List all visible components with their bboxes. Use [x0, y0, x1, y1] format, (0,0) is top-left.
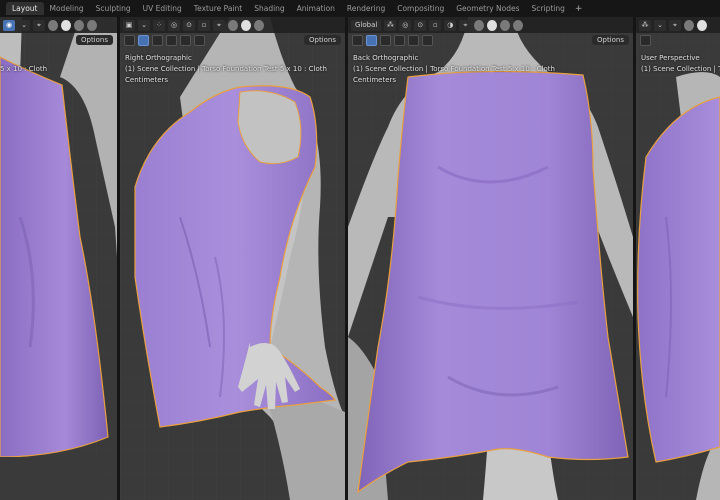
viewport-info-overlay: 5 x 10 : Cloth: [0, 53, 47, 75]
options-button[interactable]: Options: [303, 35, 341, 45]
dropdown-chevron-icon[interactable]: ⌄: [18, 19, 30, 31]
material-shading-icon[interactable]: [500, 19, 511, 31]
snap-icon[interactable]: ⁂: [639, 19, 651, 31]
tab-sculpting[interactable]: Sculpting: [90, 2, 137, 15]
proportional-icon[interactable]: ◎: [168, 19, 180, 31]
transform-orientation-dropdown[interactable]: Global: [351, 19, 382, 31]
wireframe-shading-icon[interactable]: [474, 19, 485, 31]
view-name: Right Orthographic: [125, 54, 192, 62]
select-box-icon[interactable]: [138, 35, 149, 46]
overlay-icon[interactable]: ⊙: [183, 19, 195, 31]
collection-path: (1) Scene Collection | T: [641, 65, 720, 73]
viewport-info-overlay: User Perspective (1) Scene Collection | …: [641, 53, 720, 75]
tab-uv-editing[interactable]: UV Editing: [137, 2, 188, 15]
material-shading-icon[interactable]: [254, 19, 264, 31]
viewport-front-cropped[interactable]: ◉ ⌄ ⌖ Options 5 x 10 : Cloth: [0, 17, 117, 500]
tab-layout[interactable]: Layout: [6, 2, 44, 15]
view-name: User Perspective: [641, 54, 700, 62]
tab-texture-paint[interactable]: Texture Paint: [188, 2, 248, 15]
viewport-info-overlay: Back Orthographic (1) Scene Collection |…: [353, 53, 555, 86]
view-name: Back Orthographic: [353, 54, 419, 62]
viewport-user-perspective[interactable]: ⁂ ⌄ ⌖ User Perspective (1) Scene Collect…: [636, 17, 720, 500]
options-button[interactable]: Options: [591, 35, 629, 45]
collection-path: 5 x 10 : Cloth: [0, 65, 48, 73]
material-shading-icon[interactable]: [74, 19, 84, 31]
cloth-scene-side: [120, 17, 345, 500]
dropdown-chevron-icon[interactable]: ⌄: [138, 19, 150, 31]
gizmo-icon[interactable]: ⌖: [33, 19, 45, 31]
cursor-tool-icon[interactable]: [352, 35, 363, 46]
viewport-toolbar: [636, 33, 720, 48]
rendered-shading-icon[interactable]: [87, 19, 97, 31]
tab-animation[interactable]: Animation: [291, 2, 341, 15]
overlay-icon[interactable]: ⊙: [414, 19, 427, 31]
wireframe-shading-icon[interactable]: [228, 19, 238, 31]
cursor-tool-icon[interactable]: [124, 35, 135, 46]
collection-path: (1) Scene Collection | Torso Foundation …: [353, 65, 555, 73]
select-mode-icon[interactable]: [380, 35, 391, 46]
solid-shading-icon[interactable]: [487, 19, 498, 31]
viewport-toolbar: [348, 33, 633, 48]
select-mode-icon[interactable]: [422, 35, 433, 46]
select-mode-icon[interactable]: [394, 35, 405, 46]
snap-icon[interactable]: ⁂: [384, 19, 397, 31]
gizmo-icon[interactable]: ⌖: [669, 19, 681, 31]
viewport-right-orthographic[interactable]: ▣ ⌄ ⁘ ◎ ⊙ ▫ ⌖ Options Right Orthographic…: [120, 17, 345, 500]
editor-type-icon[interactable]: ▣: [123, 19, 135, 31]
viewport-info-overlay: Right Orthographic (1) Scene Collection …: [125, 53, 327, 86]
select-mode-icon[interactable]: [408, 35, 419, 46]
cloth-scene-back: [348, 17, 633, 500]
xray-icon[interactable]: ▫: [429, 19, 442, 31]
cloth-scene-front: [0, 17, 117, 500]
tab-scripting[interactable]: Scripting: [526, 2, 571, 15]
dropdown-chevron-icon[interactable]: ⌄: [654, 19, 666, 31]
tab-geometry-nodes[interactable]: Geometry Nodes: [450, 2, 525, 15]
options-button[interactable]: Options: [75, 35, 113, 45]
add-workspace-button[interactable]: +: [571, 4, 587, 14]
cloth-scene-perspective: [636, 17, 720, 500]
rendered-shading-icon[interactable]: [513, 19, 524, 31]
snap-icon[interactable]: ⁘: [153, 19, 165, 31]
tab-compositing[interactable]: Compositing: [391, 2, 450, 15]
xray-icon[interactable]: ▫: [198, 19, 210, 31]
tab-shading[interactable]: Shading: [248, 2, 290, 15]
gizmo-icon[interactable]: ⌖: [459, 19, 472, 31]
select-mode-icon[interactable]: [152, 35, 163, 46]
cursor-tool-icon[interactable]: [640, 35, 651, 46]
tab-rendering[interactable]: Rendering: [341, 2, 391, 15]
solid-shading-icon[interactable]: [241, 19, 251, 31]
workspace-tab-bar: Layout Modeling Sculpting UV Editing Tex…: [0, 0, 720, 17]
wireframe-shading-icon[interactable]: [684, 19, 694, 31]
collection-path: (1) Scene Collection | Torso Foundation …: [125, 65, 327, 73]
gizmo-icon[interactable]: ⌖: [213, 19, 225, 31]
viewport-header: Global ⁂ ◎ ⊙ ▫ ◑ ⌖: [348, 17, 633, 33]
proportional-icon[interactable]: ◎: [399, 19, 412, 31]
select-mode-icon[interactable]: [180, 35, 191, 46]
solid-shading-icon[interactable]: [61, 19, 71, 31]
viewport-back-orthographic[interactable]: Global ⁂ ◎ ⊙ ▫ ◑ ⌖ Options Back Orthogra…: [348, 17, 633, 500]
tab-modeling[interactable]: Modeling: [44, 2, 90, 15]
units-label: Centimeters: [125, 76, 169, 84]
select-box-icon[interactable]: [366, 35, 377, 46]
viewport-header: ▣ ⌄ ⁘ ◎ ⊙ ▫ ⌖: [120, 17, 345, 33]
select-mode-icon[interactable]: [194, 35, 205, 46]
units-label: Centimeters: [353, 76, 397, 84]
select-mode-icon[interactable]: [166, 35, 177, 46]
solid-shading-icon[interactable]: [697, 19, 707, 31]
viewport-header: ◉ ⌄ ⌖: [0, 17, 117, 33]
wireframe-shading-icon[interactable]: [48, 19, 58, 31]
visibility-icon[interactable]: ◑: [444, 19, 457, 31]
view-mode-icon[interactable]: ◉: [3, 19, 15, 31]
viewport-header: ⁂ ⌄ ⌖: [636, 17, 720, 33]
